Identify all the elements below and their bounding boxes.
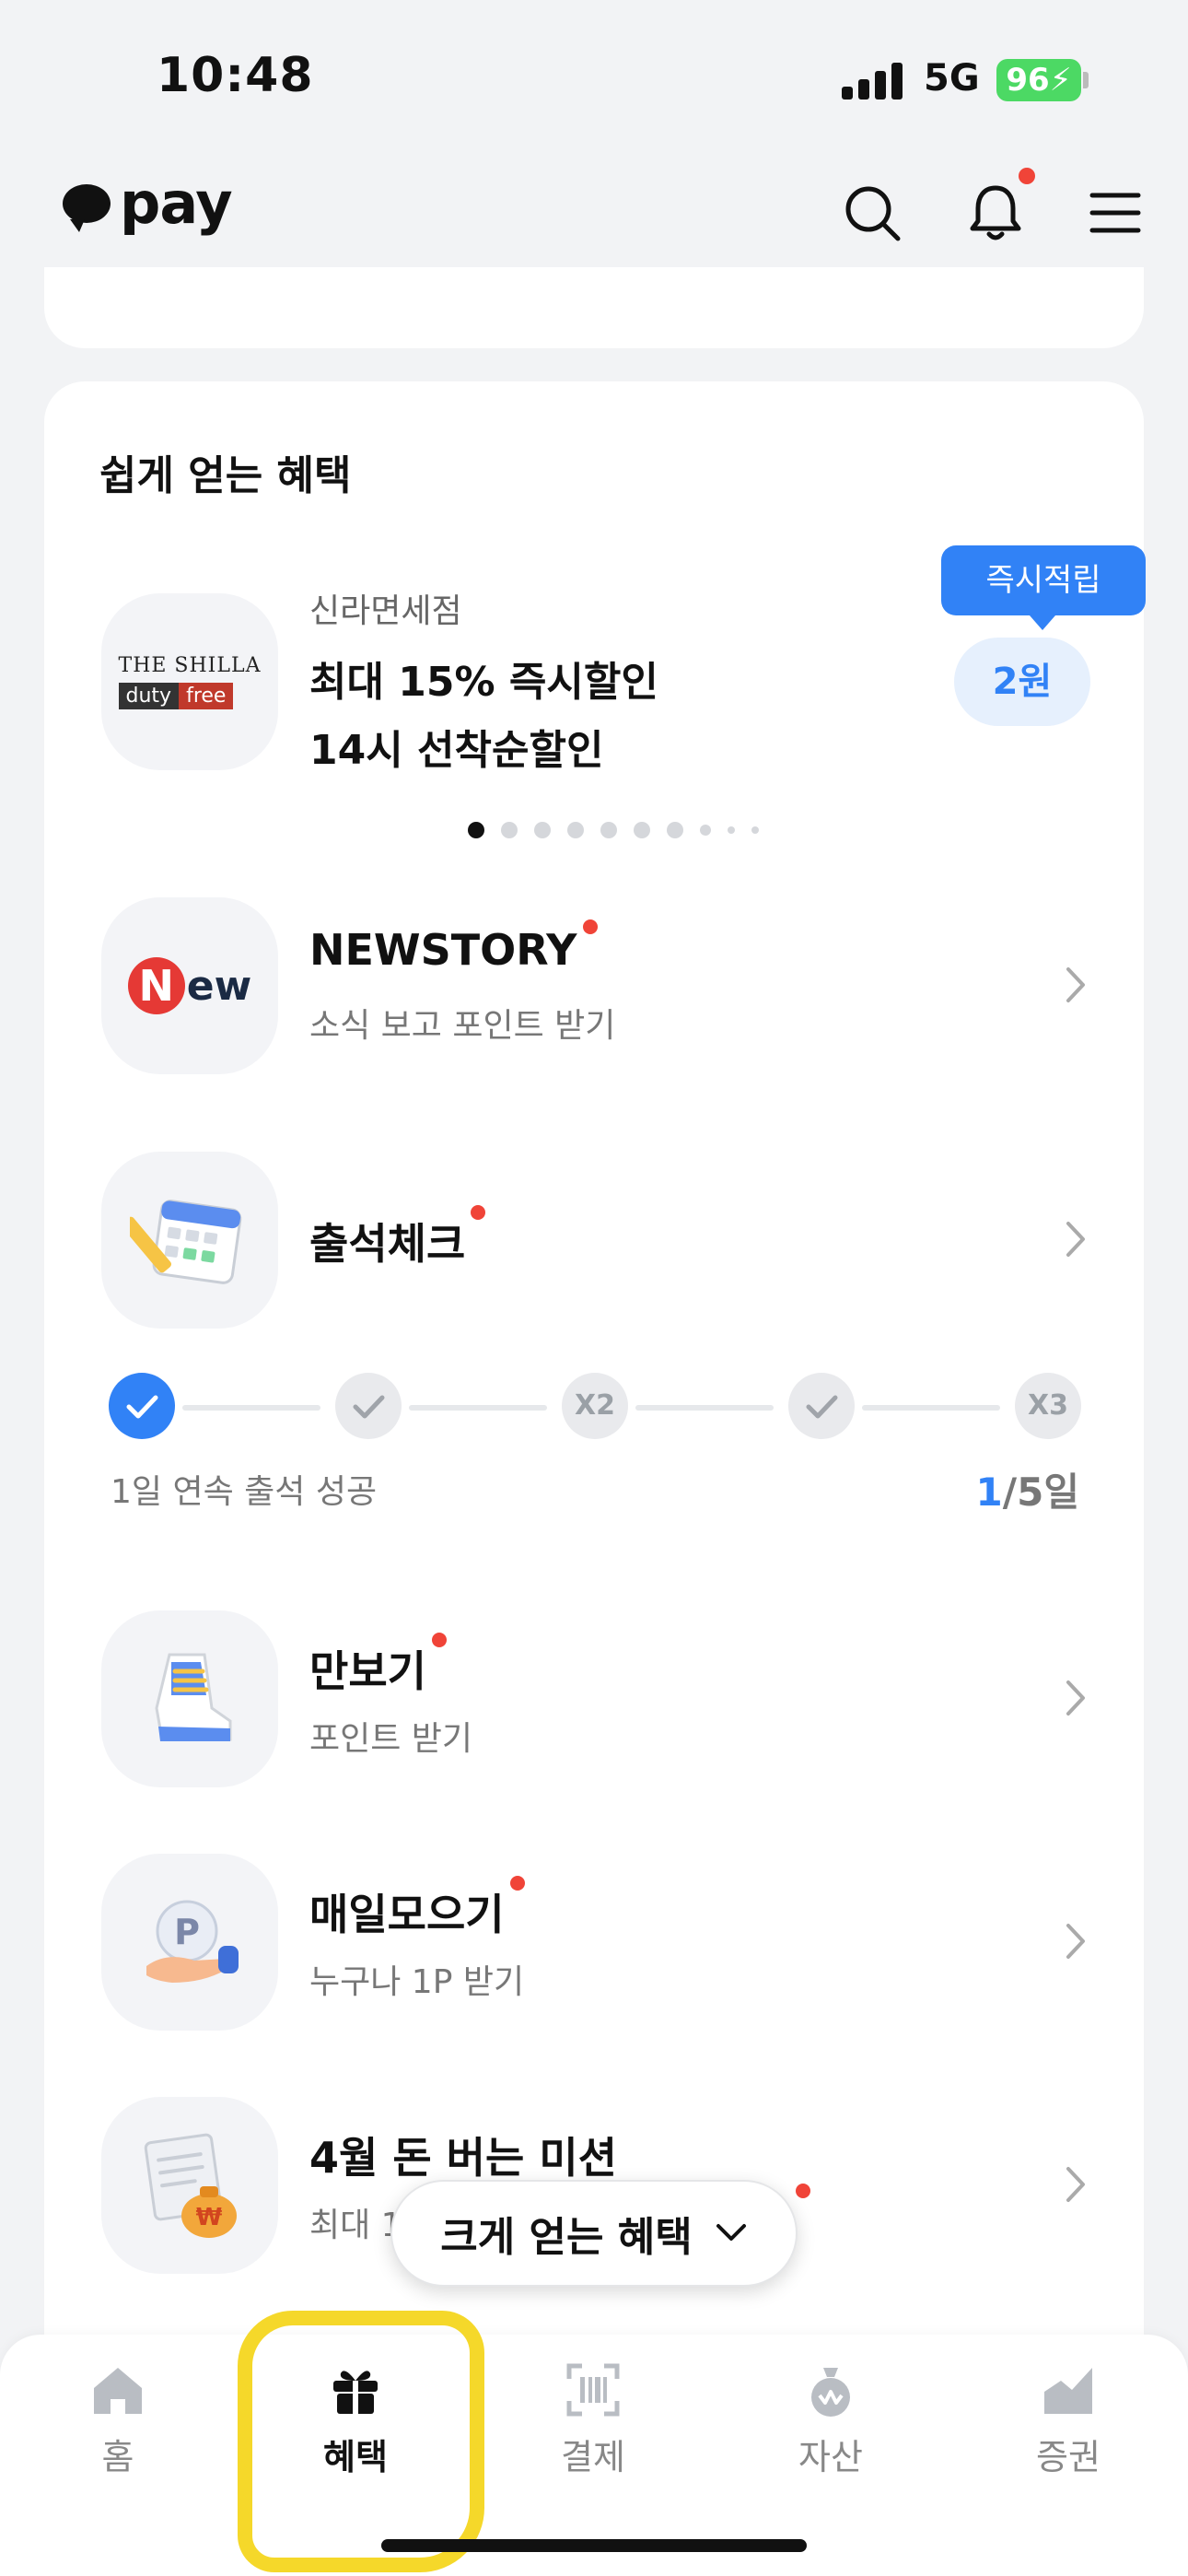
attendance-title: 출석체크	[309, 1219, 466, 1269]
instant-reward-badge: 즉시적립	[941, 545, 1146, 630]
chevron-right-icon[interactable]	[1061, 2161, 1090, 2207]
status-bar: 10:48 5G 96⚡	[0, 0, 1188, 147]
carousel-dot	[728, 826, 735, 834]
section-title: 쉽게 얻는 혜택	[99, 452, 352, 499]
streak-total: /5일	[1002, 1469, 1079, 1515]
promo-title-line1[interactable]: 최대 15% 즉시할인	[309, 649, 658, 708]
day-2-check-icon	[335, 1373, 402, 1439]
menu-icon[interactable]	[1083, 181, 1147, 245]
hand-point-coin-icon[interactable]: P	[101, 1854, 278, 2031]
nav-payment[interactable]: 결제	[501, 2362, 685, 2479]
nav-securities[interactable]: 증권	[976, 2362, 1160, 2479]
nav-assets[interactable]: 자산	[739, 2362, 923, 2479]
progress-line	[862, 1405, 1000, 1411]
shilla-logo-free: free	[179, 683, 234, 709]
big-benefits-button[interactable]: 크게 얻는 혜택	[390, 2180, 798, 2287]
carousel-dot	[600, 822, 617, 838]
progress-line	[409, 1405, 547, 1411]
progress-line	[182, 1405, 320, 1411]
chevron-right-icon[interactable]	[1061, 962, 1090, 1008]
promo-store: 신라면세점	[309, 592, 462, 630]
day-4-check-icon	[788, 1373, 855, 1439]
carousel-dot	[751, 826, 759, 834]
newstory-title-row[interactable]: NEWSTORY	[309, 919, 598, 975]
big-benefits-label: 크게 얻는 혜택	[440, 2214, 693, 2261]
kakaopay-logo[interactable]: pay	[63, 170, 233, 237]
carousel-dot	[567, 822, 584, 838]
streak-text: 1일 연속 출석 성공	[111, 1473, 378, 1511]
barcode-scan-icon	[566, 2363, 620, 2417]
easy-benefits-card: 쉽게 얻는 혜택 THE SHILLA duty free 신라면세점 최대 1…	[44, 381, 1146, 2408]
home-icon	[94, 2368, 142, 2414]
attendance-title-row[interactable]: 출석체크	[309, 1205, 486, 1271]
daily-collect-title-row[interactable]: 매일모으기	[309, 1876, 525, 1942]
logo-text: pay	[120, 170, 233, 237]
stock-chart-icon	[1044, 2368, 1092, 2414]
new-dot	[509, 1876, 525, 1891]
nav-home[interactable]: 홈	[26, 2362, 210, 2479]
attendance-progress: X2 X3	[109, 1373, 1090, 1443]
chevron-right-icon[interactable]	[1061, 1675, 1090, 1721]
carousel-dot-active	[468, 822, 484, 838]
carousel-dot	[534, 822, 551, 838]
svg-text:P: P	[174, 1912, 200, 1952]
shilla-logo-duty: duty	[118, 683, 180, 709]
previous-card	[44, 267, 1144, 348]
carousel-dot	[667, 822, 683, 838]
svg-text:₩: ₩	[196, 2204, 223, 2231]
app-header: pay	[0, 147, 1188, 286]
daily-collect-title: 매일모으기	[309, 1890, 505, 1939]
status-time: 10:48	[157, 48, 314, 103]
carousel-dot	[501, 822, 518, 838]
battery-level: 96	[1006, 62, 1050, 99]
pedometer-title: 만보기	[309, 1646, 426, 1696]
nav-home-label: 홈	[101, 2437, 134, 2477]
home-indicator	[381, 2539, 807, 2552]
new-dot	[431, 1633, 447, 1647]
bell-icon[interactable]	[963, 181, 1028, 245]
streak-current: 1	[975, 1469, 1003, 1515]
carousel-dots	[468, 822, 759, 838]
progress-line	[635, 1405, 774, 1411]
pedometer-subtitle: 포인트 받기	[309, 1720, 473, 1758]
chevron-down-icon	[716, 2224, 746, 2241]
sneaker-icon[interactable]	[101, 1610, 278, 1787]
notification-dot	[1019, 168, 1035, 184]
promo-title-line2[interactable]: 14시 선착순할인	[309, 717, 603, 776]
pedometer-title-row[interactable]: 만보기	[309, 1633, 447, 1699]
nav-securities-label: 증권	[1036, 2437, 1101, 2477]
shilla-logo[interactable]: THE SHILLA duty free	[101, 593, 278, 770]
daily-collect-subtitle: 누구나 1P 받기	[309, 1963, 525, 2001]
network-type: 5G	[924, 57, 980, 100]
nav-payment-label: 결제	[561, 2437, 625, 2477]
nav-assets-label: 자산	[798, 2437, 863, 2477]
new-dot	[471, 1205, 486, 1220]
new-dot	[796, 2184, 810, 2198]
signal-icon	[842, 63, 906, 100]
battery-tip	[1083, 72, 1089, 88]
newstory-icon[interactable]: N ew	[101, 897, 278, 1074]
newstory-subtitle: 소식 보고 포인트 받기	[309, 1007, 616, 1045]
speech-bubble-icon	[63, 184, 111, 232]
shilla-logo-line1: THE SHILLA	[118, 654, 262, 677]
money-bag-scroll-icon[interactable]: ₩	[101, 2097, 278, 2274]
calendar-pencil-icon[interactable]	[101, 1152, 278, 1329]
yellow-highlight-annotation	[238, 2311, 484, 2572]
chevron-right-icon[interactable]	[1061, 1216, 1090, 1262]
new-dot	[582, 919, 598, 934]
battery-icon: 96⚡	[996, 59, 1081, 101]
search-icon[interactable]	[840, 181, 904, 245]
day-1-check-icon	[109, 1373, 175, 1439]
carousel-dot	[700, 825, 711, 836]
mission-subtitle: 최대 1	[309, 2207, 402, 2244]
day-3-multiplier: X2	[562, 1373, 628, 1439]
mission-title[interactable]: 4월 돈 버는 미션	[309, 2125, 617, 2185]
newstory-title: NEWSTORY	[309, 925, 577, 975]
day-5-multiplier: X3	[1015, 1373, 1081, 1439]
carousel-dot	[634, 822, 650, 838]
reward-pill[interactable]: 2원	[954, 638, 1090, 726]
streak-count: 1/5일	[976, 1461, 1079, 1517]
chevron-right-icon[interactable]	[1061, 1918, 1090, 1964]
money-bag-icon	[811, 2368, 850, 2417]
